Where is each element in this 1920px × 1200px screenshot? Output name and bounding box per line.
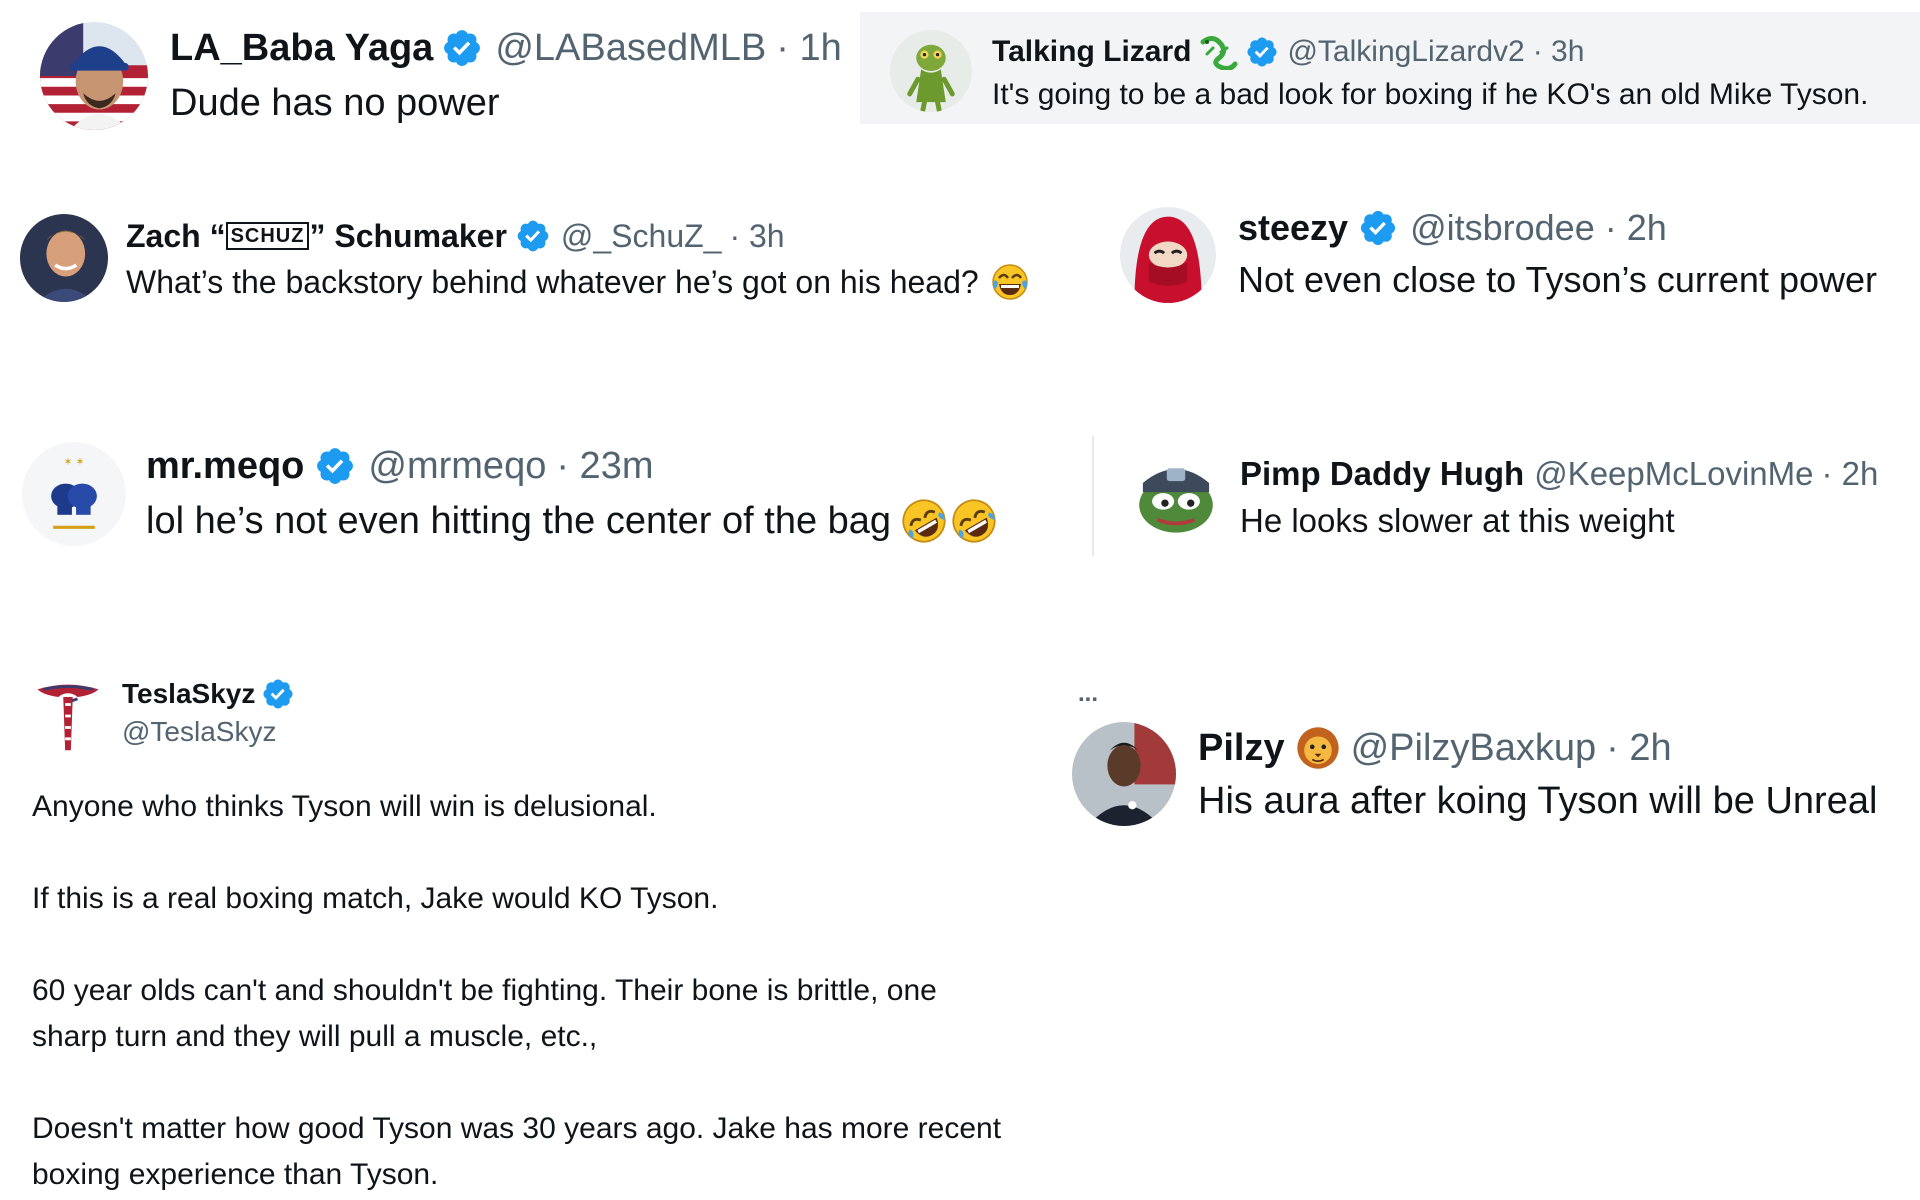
paragraph-spacer (32, 922, 1001, 968)
tweet-header: LA_Baba Yaga @LABasedMLB · 1h (170, 24, 842, 72)
display-name[interactable]: Pilzy (1198, 727, 1285, 770)
column-divider (1092, 436, 1094, 556)
verified-badge-icon[interactable] (261, 677, 295, 711)
lion-emoji (1296, 727, 1339, 769)
tweet-paragraph: 60 year olds can't and shouldn't be figh… (32, 974, 937, 1007)
user-handle[interactable]: @LABasedMLB (495, 27, 766, 70)
tweet-card-schuz[interactable]: Zach “ SCHUZ ” Schumaker @_SchuZ_ · 3h W… (0, 200, 1100, 320)
svg-text:✶ ✶: ✶ ✶ (64, 456, 85, 468)
avatar-boxing-gloves[interactable]: ✶ ✶ (22, 442, 126, 546)
timestamp[interactable]: · 2h (1606, 727, 1671, 770)
paragraph-spacer (32, 830, 1001, 876)
tweet-card-itsbrodee[interactable]: steezy @itsbrodee · 2h Not even close to… (1110, 195, 1920, 315)
tweet-header: Pimp Daddy Hugh @KeepMcLovinMe · 2h (1240, 452, 1878, 496)
paragraph-spacer (32, 1060, 1001, 1106)
tweet-text: What’s the backstory behind whatever he’… (126, 263, 979, 300)
tweet-paragraph: If this is a real boxing match, Jake wou… (32, 882, 719, 915)
display-name[interactable]: mr.meqo (146, 445, 304, 488)
tweet-text: Not even close to Tyson’s current power (1238, 259, 1877, 300)
user-handle[interactable]: @itsbrodee (1410, 207, 1595, 249)
tweet-text-row: What’s the backstory behind whatever he’… (126, 262, 1031, 302)
tweet-text: His aura after koing Tyson will be Unrea… (1198, 780, 1878, 822)
rofl-emoji (901, 498, 947, 544)
tweet-header: TeslaSkyz (122, 676, 295, 712)
verified-badge-icon[interactable] (1245, 35, 1279, 69)
rofl-emoji (951, 498, 997, 544)
tweet-paragraph: Doesn't matter how good Tyson was 30 yea… (32, 1112, 1002, 1145)
verified-badge-icon[interactable] (515, 218, 551, 254)
avatar-red-hood[interactable] (1120, 207, 1216, 303)
tweet-card-labasedmlb[interactable]: LA_Baba Yaga @LABasedMLB · 1h Dude has n… (0, 0, 860, 150)
verified-badge-icon[interactable] (314, 445, 356, 487)
avatar-dodgers-man[interactable] (40, 22, 148, 130)
timestamp[interactable]: · 1h (776, 27, 841, 70)
display-name-glyph[interactable]: SCHUZ (225, 222, 310, 250)
display-name[interactable]: LA_Baba Yaga (170, 27, 433, 70)
display-name[interactable]: Pimp Daddy Hugh (1240, 455, 1524, 493)
avatar-gecko[interactable] (890, 30, 972, 112)
verified-badge-icon[interactable] (441, 27, 483, 69)
avatar-coach[interactable] (1072, 722, 1176, 826)
tweet-card-mrmeqo[interactable]: ✶ ✶ mr.meqo @mrmeqo · 23m lol he’s not e… (0, 430, 1090, 560)
tweet-text: lol he’s not even hitting the center of … (146, 499, 892, 542)
user-handle[interactable]: @TalkingLizardv2 (1287, 35, 1524, 69)
display-name[interactable]: TeslaSkyz (122, 678, 255, 710)
display-name-suffix[interactable]: ” Schumaker (309, 218, 506, 255)
tweet-text: Dude has no power (170, 82, 500, 124)
tweet-header: mr.meqo @mrmeqo · 23m (146, 442, 653, 490)
timestamp[interactable]: · 3h (1533, 35, 1585, 69)
timestamp[interactable]: · 23m (556, 445, 653, 488)
tweet-header: Zach “ SCHUZ ” Schumaker @_SchuZ_ · 3h (126, 214, 785, 258)
tweet-text: It's going to be a bad look for boxing i… (992, 78, 1869, 111)
tweet-header: Pilzy @PilzyBaxkup · 2h (1198, 724, 1672, 772)
tweet-paragraph: sharp turn and they will pull a muscle, … (32, 1020, 598, 1053)
tweet-header: steezy @itsbrodee · 2h (1238, 205, 1667, 251)
tweet-card-keepmclovinme[interactable]: Pimp Daddy Hugh @KeepMcLovinMe · 2h He l… (1110, 440, 1920, 560)
tears-of-joy-emoji (991, 264, 1028, 300)
verified-badge-icon[interactable] (1358, 208, 1398, 248)
tweet-body: Anyone who thinks Tyson will win is delu… (32, 784, 1001, 1198)
tweet-text-row: lol he’s not even hitting the center of … (146, 498, 997, 544)
tweet-header: Talking Lizard @TalkingLizardv2 · 3h (992, 32, 1584, 72)
tweet-paragraph: boxing experience than Tyson. (32, 1158, 439, 1191)
tweet-card-pilzybaxkup[interactable]: ... Pilzy @PilzyBaxkup · 2h His aura aft… (1070, 680, 1920, 840)
display-name[interactable]: Talking Lizard (992, 35, 1191, 69)
display-name[interactable]: steezy (1238, 207, 1348, 249)
display-name-prefix[interactable]: Zach “ (126, 218, 226, 255)
more-options-button[interactable]: ... (1078, 680, 1098, 708)
user-handle[interactable]: @mrmeqo (368, 445, 546, 488)
timestamp[interactable]: · 2h (1821, 455, 1878, 493)
user-handle[interactable]: @_SchuZ_ (561, 218, 722, 255)
avatar-man[interactable] (20, 214, 108, 302)
timestamp[interactable]: · 3h (729, 218, 784, 255)
lizard-emoji (1200, 36, 1238, 70)
user-handle[interactable]: @KeepMcLovinMe (1534, 455, 1813, 493)
tweet-card-teslaskyz[interactable]: TeslaSkyz @TeslaSkyz Anyone who thinks T… (0, 660, 1100, 1200)
user-handle[interactable]: @TeslaSkyz (122, 716, 276, 748)
avatar-pepe-frog[interactable] (1130, 448, 1222, 540)
avatar-tesla-flag-logo[interactable] (30, 676, 106, 756)
tweet-paragraph: Anyone who thinks Tyson will win is delu… (32, 790, 657, 823)
user-handle[interactable]: @PilzyBaxkup (1351, 727, 1597, 770)
timestamp[interactable]: · 2h (1605, 207, 1667, 249)
tweet-card-talkinglizard[interactable]: Talking Lizard @TalkingLizardv2 · 3h It'… (860, 12, 1920, 124)
tweet-text: He looks slower at this weight (1240, 502, 1675, 539)
